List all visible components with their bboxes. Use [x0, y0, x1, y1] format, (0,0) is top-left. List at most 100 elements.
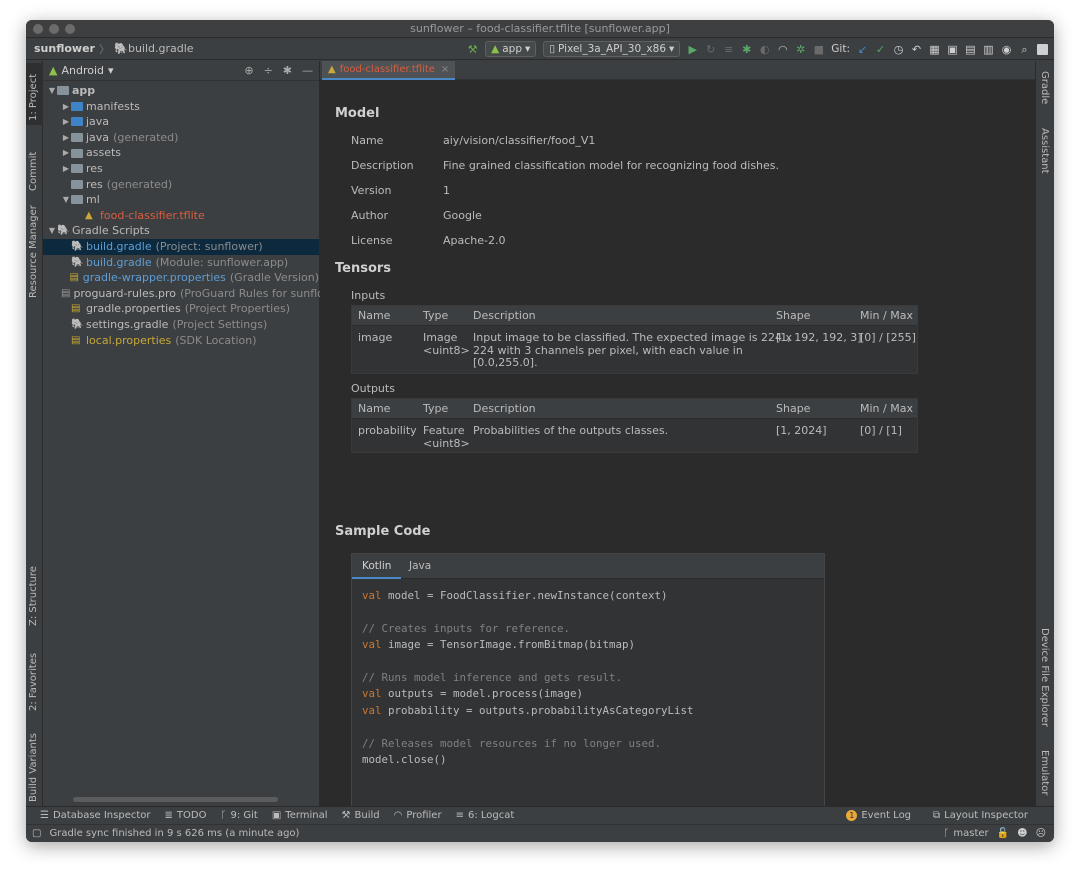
- frown-icon[interactable]: ☹: [1036, 828, 1046, 839]
- chevron-down-icon[interactable]: ▾: [108, 64, 114, 77]
- tool-git[interactable]: ᚴ 9: Git: [220, 810, 257, 821]
- history-icon[interactable]: ◷: [893, 44, 904, 55]
- tab-favorites[interactable]: 2: Favorites: [26, 641, 43, 713]
- tool-terminal[interactable]: ▣ Terminal: [272, 810, 328, 821]
- coverage-icon[interactable]: ◐: [759, 44, 770, 55]
- avd-manager-icon[interactable]: ▤: [965, 44, 976, 55]
- apply-code-icon[interactable]: ≡: [723, 44, 734, 55]
- avatar[interactable]: [1037, 43, 1048, 55]
- model-field-value: Fine grained classification model for re…: [443, 159, 780, 172]
- expanded-arrow-icon[interactable]: ▼: [61, 192, 71, 208]
- git-update-icon[interactable]: ↙: [857, 44, 868, 55]
- tab-structure[interactable]: Z: Structure: [26, 558, 43, 628]
- tree-item[interactable]: ▤ local.properties (SDK Location): [43, 333, 319, 349]
- breadcrumb-file[interactable]: build.gradle: [128, 42, 194, 55]
- device-manager-icon[interactable]: ▥: [983, 44, 994, 55]
- tab-emulator[interactable]: Emulator: [1035, 748, 1054, 803]
- tree-item[interactable]: 🐘 build.gradle (Project: sunflower): [43, 238, 319, 255]
- tool-label: Profiler: [406, 810, 442, 821]
- close-window-button[interactable]: [33, 24, 43, 34]
- tool-layout-inspector[interactable]: ⧉ Layout Inspector: [933, 810, 1028, 821]
- tool-label: 6: Logcat: [467, 810, 515, 821]
- expanded-arrow-icon[interactable]: ▼: [47, 223, 57, 239]
- model-field-key: License: [351, 234, 393, 247]
- expanded-arrow-icon[interactable]: ▼: [47, 83, 57, 99]
- run-icon[interactable]: ▶: [687, 44, 698, 55]
- collapsed-arrow-icon[interactable]: ▶: [61, 145, 71, 161]
- tab-build-variants[interactable]: Build Variants: [26, 726, 43, 804]
- sdk-manager-icon[interactable]: ▣: [947, 44, 958, 55]
- rollback-icon[interactable]: ↶: [911, 44, 922, 55]
- window-controls: [33, 24, 75, 34]
- column-header: Type: [423, 402, 449, 415]
- gear-icon[interactable]: ✱: [283, 64, 292, 77]
- device-select[interactable]: ▯ Pixel_3a_API_30_x86 ▾: [543, 41, 681, 57]
- tree-item[interactable]: ▤ gradle.properties (Project Properties): [43, 301, 319, 317]
- debug-icon[interactable]: ✱: [741, 44, 752, 55]
- tab-kotlin[interactable]: Kotlin: [352, 554, 402, 579]
- locate-icon[interactable]: ⊕: [244, 64, 253, 77]
- search-icon[interactable]: ⌕: [1019, 44, 1030, 55]
- profile-icon[interactable]: ◠: [777, 44, 788, 55]
- tree-item[interactable]: ▲ food-classifier.tflite: [43, 208, 319, 224]
- folder-icon: [71, 179, 83, 189]
- lock-icon[interactable]: 🔓: [997, 828, 1009, 839]
- stop-icon[interactable]: ■: [813, 44, 824, 55]
- tool-event-log[interactable]: 1 Event Log: [846, 810, 911, 821]
- collapsed-arrow-icon[interactable]: ▶: [61, 99, 71, 115]
- collapse-all-icon[interactable]: ÷: [264, 64, 273, 77]
- input-shape: [1, 192, 192, 3]: [776, 331, 862, 344]
- project-view-select[interactable]: Android: [61, 64, 104, 77]
- chevron-down-icon: ▾: [669, 43, 675, 55]
- horizontal-scrollbar[interactable]: [73, 797, 278, 802]
- zoom-window-button[interactable]: [65, 24, 75, 34]
- tab-food-classifier[interactable]: ▲ food-classifier.tflite ×: [322, 61, 456, 80]
- tool-logcat[interactable]: ≡ 6: Logcat: [456, 810, 515, 821]
- tool-build[interactable]: ⚒ Build: [342, 810, 380, 821]
- tree-item[interactable]: ▶ manifests: [43, 99, 319, 115]
- tree-item[interactable]: ▶ res: [43, 161, 319, 177]
- git-commit-icon[interactable]: ✓: [875, 44, 886, 55]
- tab-gradle[interactable]: Gradle: [1035, 69, 1054, 114]
- tree-item[interactable]: ▼ 🐘 Gradle Scripts: [43, 223, 319, 239]
- tab-device-file-explorer[interactable]: Device File Explorer: [1035, 626, 1054, 746]
- apply-changes-icon[interactable]: ↻: [705, 44, 716, 55]
- close-icon[interactable]: ×: [441, 64, 449, 75]
- tree-item[interactable]: ▶ java (generated): [43, 130, 319, 146]
- tree-item[interactable]: ▶ assets: [43, 145, 319, 161]
- tree-item[interactable]: ▼ ml: [43, 192, 319, 208]
- tab-project[interactable]: 1: Project: [26, 63, 43, 125]
- tree-item[interactable]: 🐘 build.gradle (Module: sunflower.app): [43, 255, 319, 271]
- project-structure-icon[interactable]: ▦: [929, 44, 940, 55]
- tree-item[interactable]: ▶ java: [43, 114, 319, 130]
- gauge-icon: ◠: [393, 810, 403, 821]
- tool-todo[interactable]: ≣ TODO: [165, 810, 207, 821]
- collapsed-arrow-icon[interactable]: ▶: [61, 130, 71, 146]
- collapsed-arrow-icon[interactable]: ▶: [61, 114, 71, 130]
- toggle-tool-windows-icon[interactable]: ▢: [32, 828, 41, 839]
- tree-item[interactable]: res (generated): [43, 177, 319, 193]
- git-branch-widget[interactable]: ᚴ master: [943, 828, 988, 839]
- run-config-select[interactable]: ▲ app ▾: [485, 41, 537, 57]
- collapsed-arrow-icon[interactable]: ▶: [61, 161, 71, 177]
- attach-debugger-icon[interactable]: ✲: [795, 44, 806, 55]
- tree-item-extra: (Project Properties): [184, 302, 290, 316]
- minimize-window-button[interactable]: [49, 24, 59, 34]
- sync-icon[interactable]: ◉: [1001, 44, 1012, 55]
- tab-java[interactable]: Java: [399, 554, 441, 579]
- tab-assistant[interactable]: Assistant: [1035, 126, 1054, 186]
- hammer-icon[interactable]: ⚒: [467, 44, 478, 55]
- smiley-icon[interactable]: ☻: [1017, 828, 1027, 839]
- input-description: [0.0,255.0].: [473, 356, 538, 369]
- tool-profiler[interactable]: ◠ Profiler: [394, 810, 442, 821]
- tree-item[interactable]: ▼ app: [43, 83, 319, 99]
- gradle-elephant-icon: 🐘: [71, 240, 84, 252]
- hide-icon[interactable]: —: [302, 64, 313, 77]
- tool-database-inspector[interactable]: ☰ Database Inspector: [40, 810, 151, 821]
- tab-commit[interactable]: Commit: [26, 139, 43, 194]
- tab-resource-manager[interactable]: Resource Manager: [26, 203, 43, 298]
- tree-item[interactable]: ▤ proguard-rules.pro (ProGuard Rules for s…: [43, 286, 324, 302]
- tree-item[interactable]: 🐘 settings.gradle (Project Settings): [43, 317, 319, 333]
- breadcrumb-project[interactable]: sunflower: [34, 42, 95, 55]
- tree-item[interactable]: ▤ gradle-wrapper.properties (Gradle Versio…: [43, 270, 319, 286]
